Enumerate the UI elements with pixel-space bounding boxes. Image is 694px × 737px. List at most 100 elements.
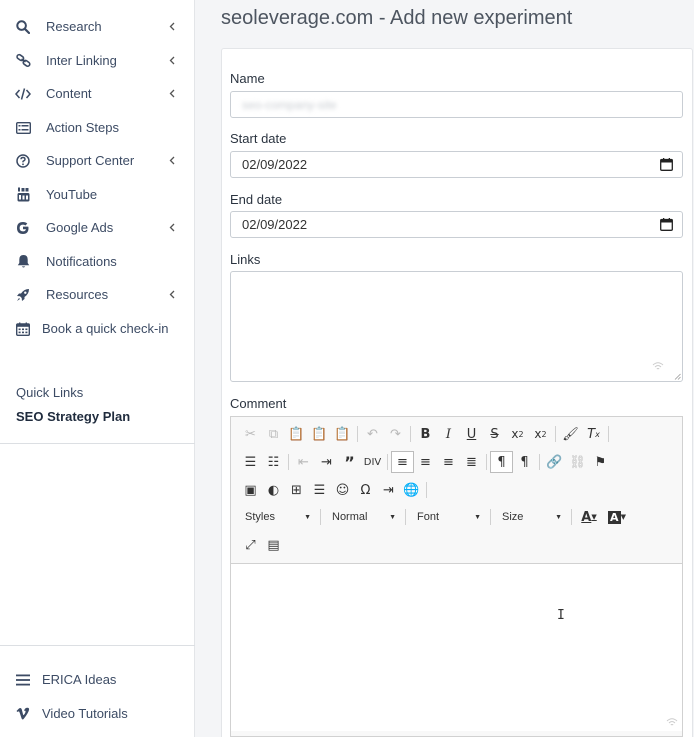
bold-icon[interactable]: B: [414, 423, 437, 445]
background-color-icon[interactable]: A ▼: [603, 506, 631, 528]
sidebar-item-inter-linking[interactable]: Inter Linking: [0, 44, 195, 77]
list-icon: [15, 120, 31, 136]
unlink-icon[interactable]: ⛓: [566, 451, 589, 473]
cut-icon[interactable]: ✂: [239, 423, 262, 445]
horizontal-line-icon[interactable]: ☰: [308, 479, 331, 501]
dropdown-arrow-icon: ▼: [389, 513, 396, 521]
link-insert-icon[interactable]: 🔗: [543, 451, 566, 473]
sidebar-item-label: Content: [46, 86, 92, 101]
toolbar-separator: [486, 454, 487, 470]
end-date-input[interactable]: 02/09/2022: [230, 211, 683, 238]
anchor-flag-icon[interactable]: ⚑: [589, 451, 612, 473]
start-date-input[interactable]: 02/09/2022: [230, 151, 683, 178]
sidebar-item-content[interactable]: Content: [0, 77, 195, 110]
sidebar-item-google-ads[interactable]: Google Ads: [0, 211, 195, 244]
resize-handle-icon[interactable]: [674, 373, 681, 380]
quick-link-seo-strategy-plan[interactable]: SEO Strategy Plan: [16, 409, 130, 424]
remove-format-icon[interactable]: Tx: [582, 423, 605, 445]
sidebar-item-resources[interactable]: Resources: [0, 278, 195, 311]
toolbar-separator: [288, 454, 289, 470]
toolbar-separator: [387, 454, 388, 470]
paste-text-icon[interactable]: 📋: [308, 423, 331, 445]
sidebar-item-notifications[interactable]: Notifications: [0, 245, 195, 278]
links-textarea[interactable]: [230, 271, 683, 382]
toolbar-separator: [490, 509, 491, 525]
calendar-picker-icon[interactable]: [660, 158, 673, 171]
image-icon[interactable]: ▣: [239, 479, 262, 501]
text-direction-ltr-icon[interactable]: ¶: [490, 451, 513, 473]
align-justify-icon[interactable]: ≣: [460, 451, 483, 473]
paste-icon[interactable]: 📋: [285, 423, 308, 445]
sidebar-item-action-steps[interactable]: Action Steps: [0, 111, 195, 144]
sidebar-item-book-check-in[interactable]: Book a quick check-in: [0, 312, 195, 345]
chevron-left-icon: [167, 56, 177, 66]
flash-icon[interactable]: ◐: [262, 479, 285, 501]
sidebar-item-research[interactable]: Research: [0, 10, 195, 43]
indent-icon[interactable]: ⇥: [315, 451, 338, 473]
numbered-list-icon[interactable]: ☰: [239, 451, 262, 473]
format-dropdown-label: Normal: [332, 511, 368, 523]
calendar-icon: [15, 321, 31, 337]
sidebar-item-youtube[interactable]: YouTube: [0, 178, 195, 211]
name-value: seo-company-site: [242, 97, 337, 112]
grammar-wifi-icon: [652, 362, 664, 370]
text-cursor-icon: I: [557, 608, 565, 623]
text-color-icon[interactable]: A ▼: [575, 506, 603, 528]
paste-word-icon[interactable]: 📋: [331, 423, 354, 445]
end-date-value: 02/09/2022: [242, 217, 308, 232]
iframe-icon[interactable]: 🌐: [400, 479, 423, 501]
styles-dropdown[interactable]: Styles ▼: [237, 507, 317, 527]
sidebar-item-support-center[interactable]: Support Center: [0, 144, 195, 177]
size-dropdown[interactable]: Size ▼: [494, 507, 568, 527]
calendar-picker-icon[interactable]: [660, 218, 673, 231]
quick-links-title: Quick Links: [16, 385, 84, 400]
maximize-icon[interactable]: ⤢: [239, 534, 262, 556]
search-icon: [15, 19, 31, 35]
sidebar-item-label: Inter Linking: [46, 53, 117, 68]
smiley-icon[interactable]: ☺: [331, 479, 354, 501]
google-icon: [15, 220, 31, 236]
page-break-icon[interactable]: ⇥: [377, 479, 400, 501]
copy-icon[interactable]: ⧉: [262, 423, 285, 445]
format-dropdown[interactable]: Normal ▼: [324, 507, 402, 527]
toolbar-separator: [410, 426, 411, 442]
superscript-icon[interactable]: x2: [529, 423, 552, 445]
dropdown-arrow-icon: ▼: [474, 513, 481, 521]
link-icon: [15, 53, 31, 69]
font-dropdown[interactable]: Font ▼: [409, 507, 487, 527]
subscript-icon[interactable]: x2: [506, 423, 529, 445]
sidebar-item-video-tutorials[interactable]: Video Tutorials: [0, 697, 195, 730]
sidebar-item-erica-ideas[interactable]: ERICA Ideas: [0, 663, 195, 696]
outdent-icon[interactable]: ⇤: [292, 451, 315, 473]
special-char-icon[interactable]: Ω: [354, 479, 377, 501]
toolbar-separator: [357, 426, 358, 442]
text-direction-rtl-icon[interactable]: ¶: [513, 451, 536, 473]
vimeo-icon: [15, 706, 31, 722]
create-div-icon[interactable]: DIV: [361, 451, 384, 473]
toolbar-separator: [571, 509, 572, 525]
question-icon: [15, 153, 31, 169]
redo-icon[interactable]: ↷: [384, 423, 407, 445]
strikethrough-icon[interactable]: S: [483, 423, 506, 445]
underline-icon[interactable]: U: [460, 423, 483, 445]
editor-content-area[interactable]: I: [231, 563, 682, 731]
align-left-icon[interactable]: ≡: [391, 451, 414, 473]
sidebar-item-label: Video Tutorials: [42, 706, 128, 721]
show-blocks-icon[interactable]: ▤: [262, 534, 285, 556]
table-icon[interactable]: ⊞: [285, 479, 308, 501]
bulleted-list-icon[interactable]: ☷: [262, 451, 285, 473]
align-center-icon[interactable]: ≡: [414, 451, 437, 473]
dropdown-arrow-icon: ▼: [304, 513, 311, 521]
undo-icon[interactable]: ↶: [361, 423, 384, 445]
chevron-left-icon: [167, 22, 177, 32]
youtube-icon: [15, 187, 31, 203]
align-right-icon[interactable]: ≡: [437, 451, 460, 473]
italic-icon[interactable]: I: [437, 423, 460, 445]
copy-formatting-icon[interactable]: 🖌: [559, 423, 582, 445]
chevron-left-icon: [167, 89, 177, 99]
chevron-left-icon: [167, 156, 177, 166]
blockquote-icon[interactable]: ”: [338, 451, 361, 473]
name-input[interactable]: seo-company-site: [230, 91, 683, 118]
sidebar-item-label: YouTube: [46, 187, 98, 202]
size-dropdown-label: Size: [502, 511, 524, 523]
